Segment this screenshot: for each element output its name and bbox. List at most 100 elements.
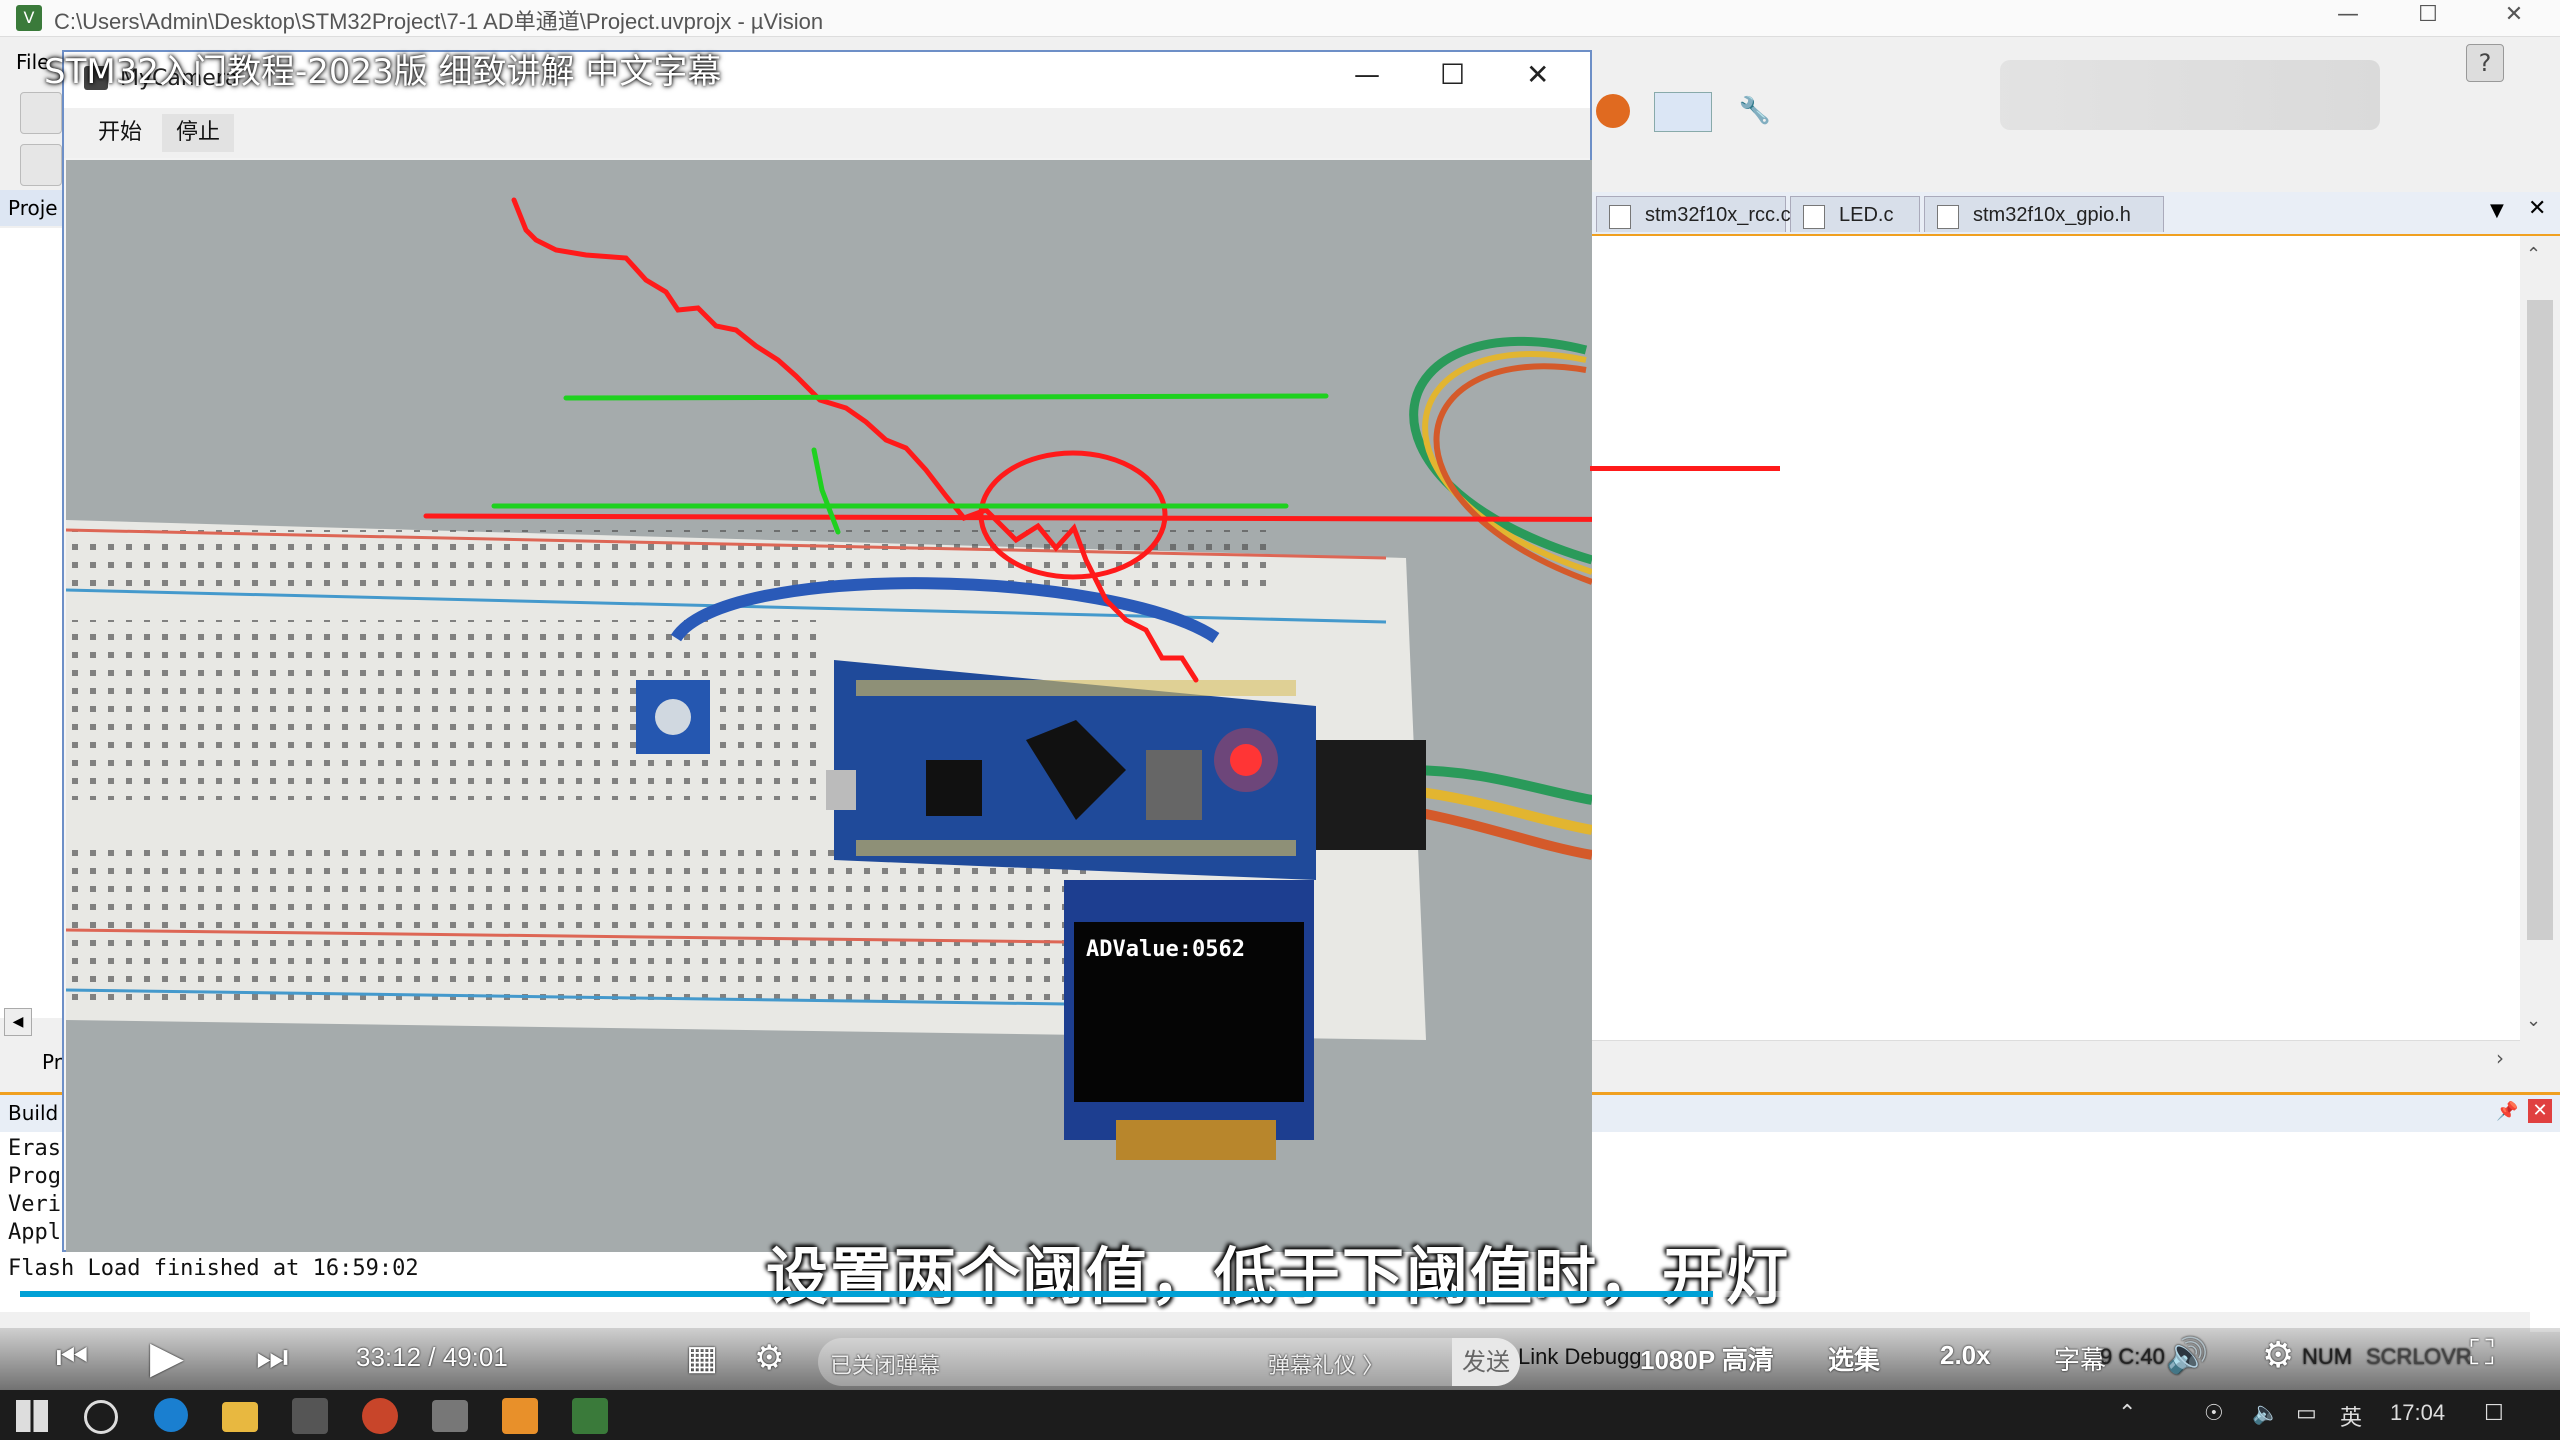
new-file-icon[interactable] — [20, 92, 62, 134]
play-overlay-icon[interactable] — [2386, 1144, 2492, 1234]
project-tab-label: Pr — [42, 1050, 62, 1074]
file-icon — [1609, 205, 1631, 229]
build-line: Eras — [8, 1136, 61, 1161]
send-label: 发送 — [1462, 1348, 1510, 1376]
stop-button[interactable]: 停止 — [162, 114, 234, 152]
editor-horizontal-scrollbar[interactable] — [1590, 1040, 2520, 1081]
danmaku-input[interactable]: 已关闭弹幕 弹幕礼仪 〉 — [818, 1338, 1518, 1386]
project-scroll-left-icon[interactable]: ◀ — [4, 1008, 32, 1036]
tab-list-dropdown-icon[interactable]: ▼ — [2490, 200, 2504, 221]
tab-stm32f10x-rcc[interactable]: stm32f10x_rcc.c — [1596, 196, 1791, 232]
player-settings-icon[interactable]: ⚙ — [2262, 1334, 2294, 1376]
project-panel-header: Proje — [0, 190, 64, 226]
scroll-up-icon[interactable]: ⌃ — [2526, 244, 2541, 265]
danmaku-toggle-icon[interactable]: ▦ — [686, 1338, 718, 1378]
tab-close-icon[interactable]: ✕ — [2528, 196, 2546, 221]
episodes-button[interactable]: 选集 — [1828, 1340, 1880, 1377]
camera-minimize-button[interactable]: — — [1354, 60, 1380, 90]
ime-indicator[interactable]: 英 — [2340, 1400, 2362, 1432]
tab-stm32f10x-gpio[interactable]: stm32f10x_gpio.h — [1924, 196, 2164, 232]
pin-icon[interactable]: 📌 — [2496, 1101, 2518, 1122]
oled-display: ADValue:0562 — [1064, 880, 1314, 1160]
notifications-icon[interactable]: ☐ — [2484, 1400, 2504, 1426]
editor-scroll-thumb[interactable] — [2527, 300, 2553, 940]
clock[interactable]: 17:04 — [2390, 1400, 2445, 1426]
start-button[interactable]: 开始 — [84, 114, 156, 152]
file-explorer-icon[interactable] — [222, 1402, 258, 1432]
cursor-position-status: 9 C:40 — [2100, 1344, 2165, 1369]
camera-feed: ADValue:0562 — [66, 160, 1592, 1252]
build-line: Veri — [8, 1192, 61, 1217]
photos-icon[interactable] — [432, 1400, 468, 1432]
camera-app-taskbar-icon[interactable] — [292, 1398, 328, 1434]
sublime-icon[interactable] — [502, 1398, 538, 1434]
file-icon — [1803, 205, 1825, 229]
build-line: Appl — [8, 1220, 61, 1245]
keil-title-bar: V C:\Users\Admin\Desktop\STM32Project\7-… — [0, 0, 2560, 37]
project-label: Proje — [8, 196, 58, 220]
scroll-down-icon[interactable]: ⌄ — [2526, 1010, 2541, 1031]
play-icon[interactable]: ▶ — [150, 1332, 184, 1383]
editor-tab-bar: stm32f10x_rcc.c LED.c stm32f10x_gpio.h ▼… — [1590, 192, 2560, 236]
build-line-flash-load: Flash Load finished at 16:59:02 — [8, 1256, 419, 1281]
link-debugger-status: Link Debugg — [1518, 1344, 1642, 1369]
time-display: 33:12 / 49:01 — [356, 1342, 508, 1372]
danmaku-placeholder: 已关闭弹幕 — [830, 1353, 941, 1378]
battery-icon[interactable]: ▭ — [2296, 1400, 2317, 1426]
network-icon[interactable]: ☉ — [2204, 1400, 2224, 1426]
overwrite-status: OVR — [2424, 1344, 2472, 1369]
keil-taskbar-icon[interactable] — [572, 1398, 608, 1434]
keil-logo-icon: V — [16, 5, 42, 31]
pen-annotation-red-line — [1590, 466, 1780, 471]
camera-feed-image: ADValue:0562 — [66, 160, 1592, 1252]
tab-label: stm32f10x_gpio.h — [1973, 204, 2131, 226]
bilibili-logo — [2000, 60, 2380, 130]
keil-window-title: C:\Users\Admin\Desktop\STM32Project\7-1 … — [54, 9, 824, 34]
tab-led-c[interactable]: LED.c — [1790, 196, 1920, 232]
video-subtitle: 设置两个阈值，低于下阈值时，开灯 — [766, 1240, 1791, 1313]
build-close-icon[interactable]: ✕ — [2528, 1099, 2552, 1123]
danmaku-etiquette-link[interactable]: 弹幕礼仪 〉 — [1268, 1348, 1384, 1380]
powerpoint-icon[interactable] — [362, 1398, 398, 1434]
close-button[interactable]: ✕ — [2484, 0, 2544, 32]
camera-toolbar: 开始 停止 — [64, 108, 1590, 158]
video-title: STM32入门教程-2023版 细致讲解 中文字幕 — [44, 52, 722, 92]
camera-maximize-button[interactable]: ☐ — [1440, 58, 1465, 91]
windows-start-icon[interactable] — [16, 1400, 48, 1432]
batch-build-icon[interactable] — [20, 144, 62, 186]
volume-icon[interactable]: 🔊 — [2166, 1336, 2208, 1376]
send-button[interactable]: 发送 — [1452, 1338, 1520, 1386]
oled-advalue-text: ADValue:0562 — [1086, 937, 1245, 962]
video-progress-fill — [20, 1291, 1713, 1297]
project-tab[interactable]: Pr — [8, 1050, 62, 1080]
tab-label: stm32f10x_rcc.c — [1645, 204, 1791, 226]
scroll-right-icon[interactable]: › — [2496, 1046, 2504, 1070]
fullscreen-icon[interactable]: ⛶ — [2470, 1334, 2494, 1373]
minimize-button[interactable]: — — [2318, 0, 2378, 32]
code-editor[interactable] — [1590, 236, 2520, 1056]
help-icon[interactable]: ? — [2466, 44, 2504, 82]
tray-chevron-icon[interactable]: ⌃ — [2118, 1400, 2136, 1426]
project-panel — [0, 228, 65, 1018]
scroll-lock-status: SCRL — [2366, 1344, 2425, 1369]
build-output-label: Build — [8, 1101, 59, 1125]
load-icon[interactable] — [1596, 94, 1630, 128]
settings-wrench-icon[interactable]: 🔧 — [1738, 94, 1772, 128]
next-icon[interactable]: ⏭ — [256, 1336, 288, 1379]
previous-icon[interactable]: ⏮ — [56, 1336, 88, 1379]
subtitle-button[interactable]: 字幕 — [2054, 1340, 2106, 1377]
speaker-icon[interactable]: 🔈 — [2252, 1400, 2279, 1426]
quality-button[interactable]: 1080P 高清 — [1640, 1340, 1774, 1377]
num-lock-status: NUM — [2302, 1344, 2353, 1369]
search-icon[interactable] — [84, 1400, 118, 1434]
speed-button[interactable]: 2.0x — [1940, 1340, 1991, 1371]
header-file-icon — [1937, 205, 1959, 229]
build-line: Prog — [8, 1164, 61, 1189]
camera-close-button[interactable]: ✕ — [1526, 58, 1549, 91]
stm32-board — [826, 660, 1316, 880]
edge-icon[interactable] — [154, 1398, 188, 1432]
camera-window: MyCamera — ☐ ✕ 开始 停止 ADValue:0562 — [62, 50, 1592, 1252]
danmaku-settings-icon[interactable]: ⚙ — [754, 1338, 784, 1378]
window-layout-icon[interactable] — [1654, 92, 1712, 132]
maximize-button[interactable]: ☐ — [2398, 0, 2458, 32]
